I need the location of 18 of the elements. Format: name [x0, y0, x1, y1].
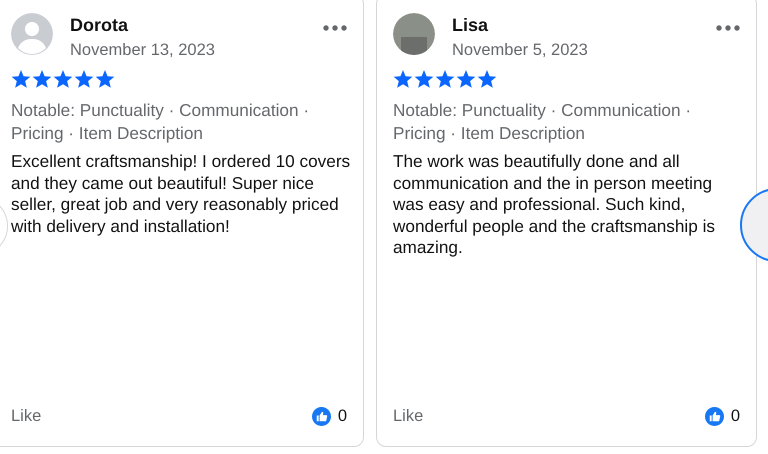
like-button[interactable]: Like	[11, 406, 42, 426]
notable-tags: Notable: Punctuality · Communication · Pricing · Item Description	[393, 99, 705, 145]
like-count: 0	[338, 406, 347, 426]
like-count: 0	[730, 406, 740, 426]
thumbs-up-icon	[704, 406, 724, 426]
review-date: November 5, 2023	[452, 41, 589, 60]
notable-tags: Notable: Punctuality · Communication · Pricing · Item Description	[11, 99, 323, 145]
photo-placeholder	[393, 13, 435, 55]
avatar-silhouette	[11, 13, 53, 55]
review-text: Excellent craftsmanship! I ordered 10 covers and they came out beautiful! Super nice seller, great job and very reasonably priced with delivery and installation!	[11, 151, 352, 237]
thumbs-up-icon	[312, 406, 331, 426]
review-date: November 13, 2023	[70, 41, 216, 60]
review-text: The work was beautifully done and all communication and the in person meeting was easy and professional. Such kind, wonderful people and the craftsmanship is amazing.	[393, 151, 716, 258]
like-button[interactable]: Like	[393, 406, 424, 426]
reviewer-name: Dorota	[70, 15, 130, 36]
more-options-icon[interactable]	[323, 25, 347, 33]
more-options-icon[interactable]	[716, 25, 740, 33]
reviewer-name: Lisa	[452, 15, 490, 36]
